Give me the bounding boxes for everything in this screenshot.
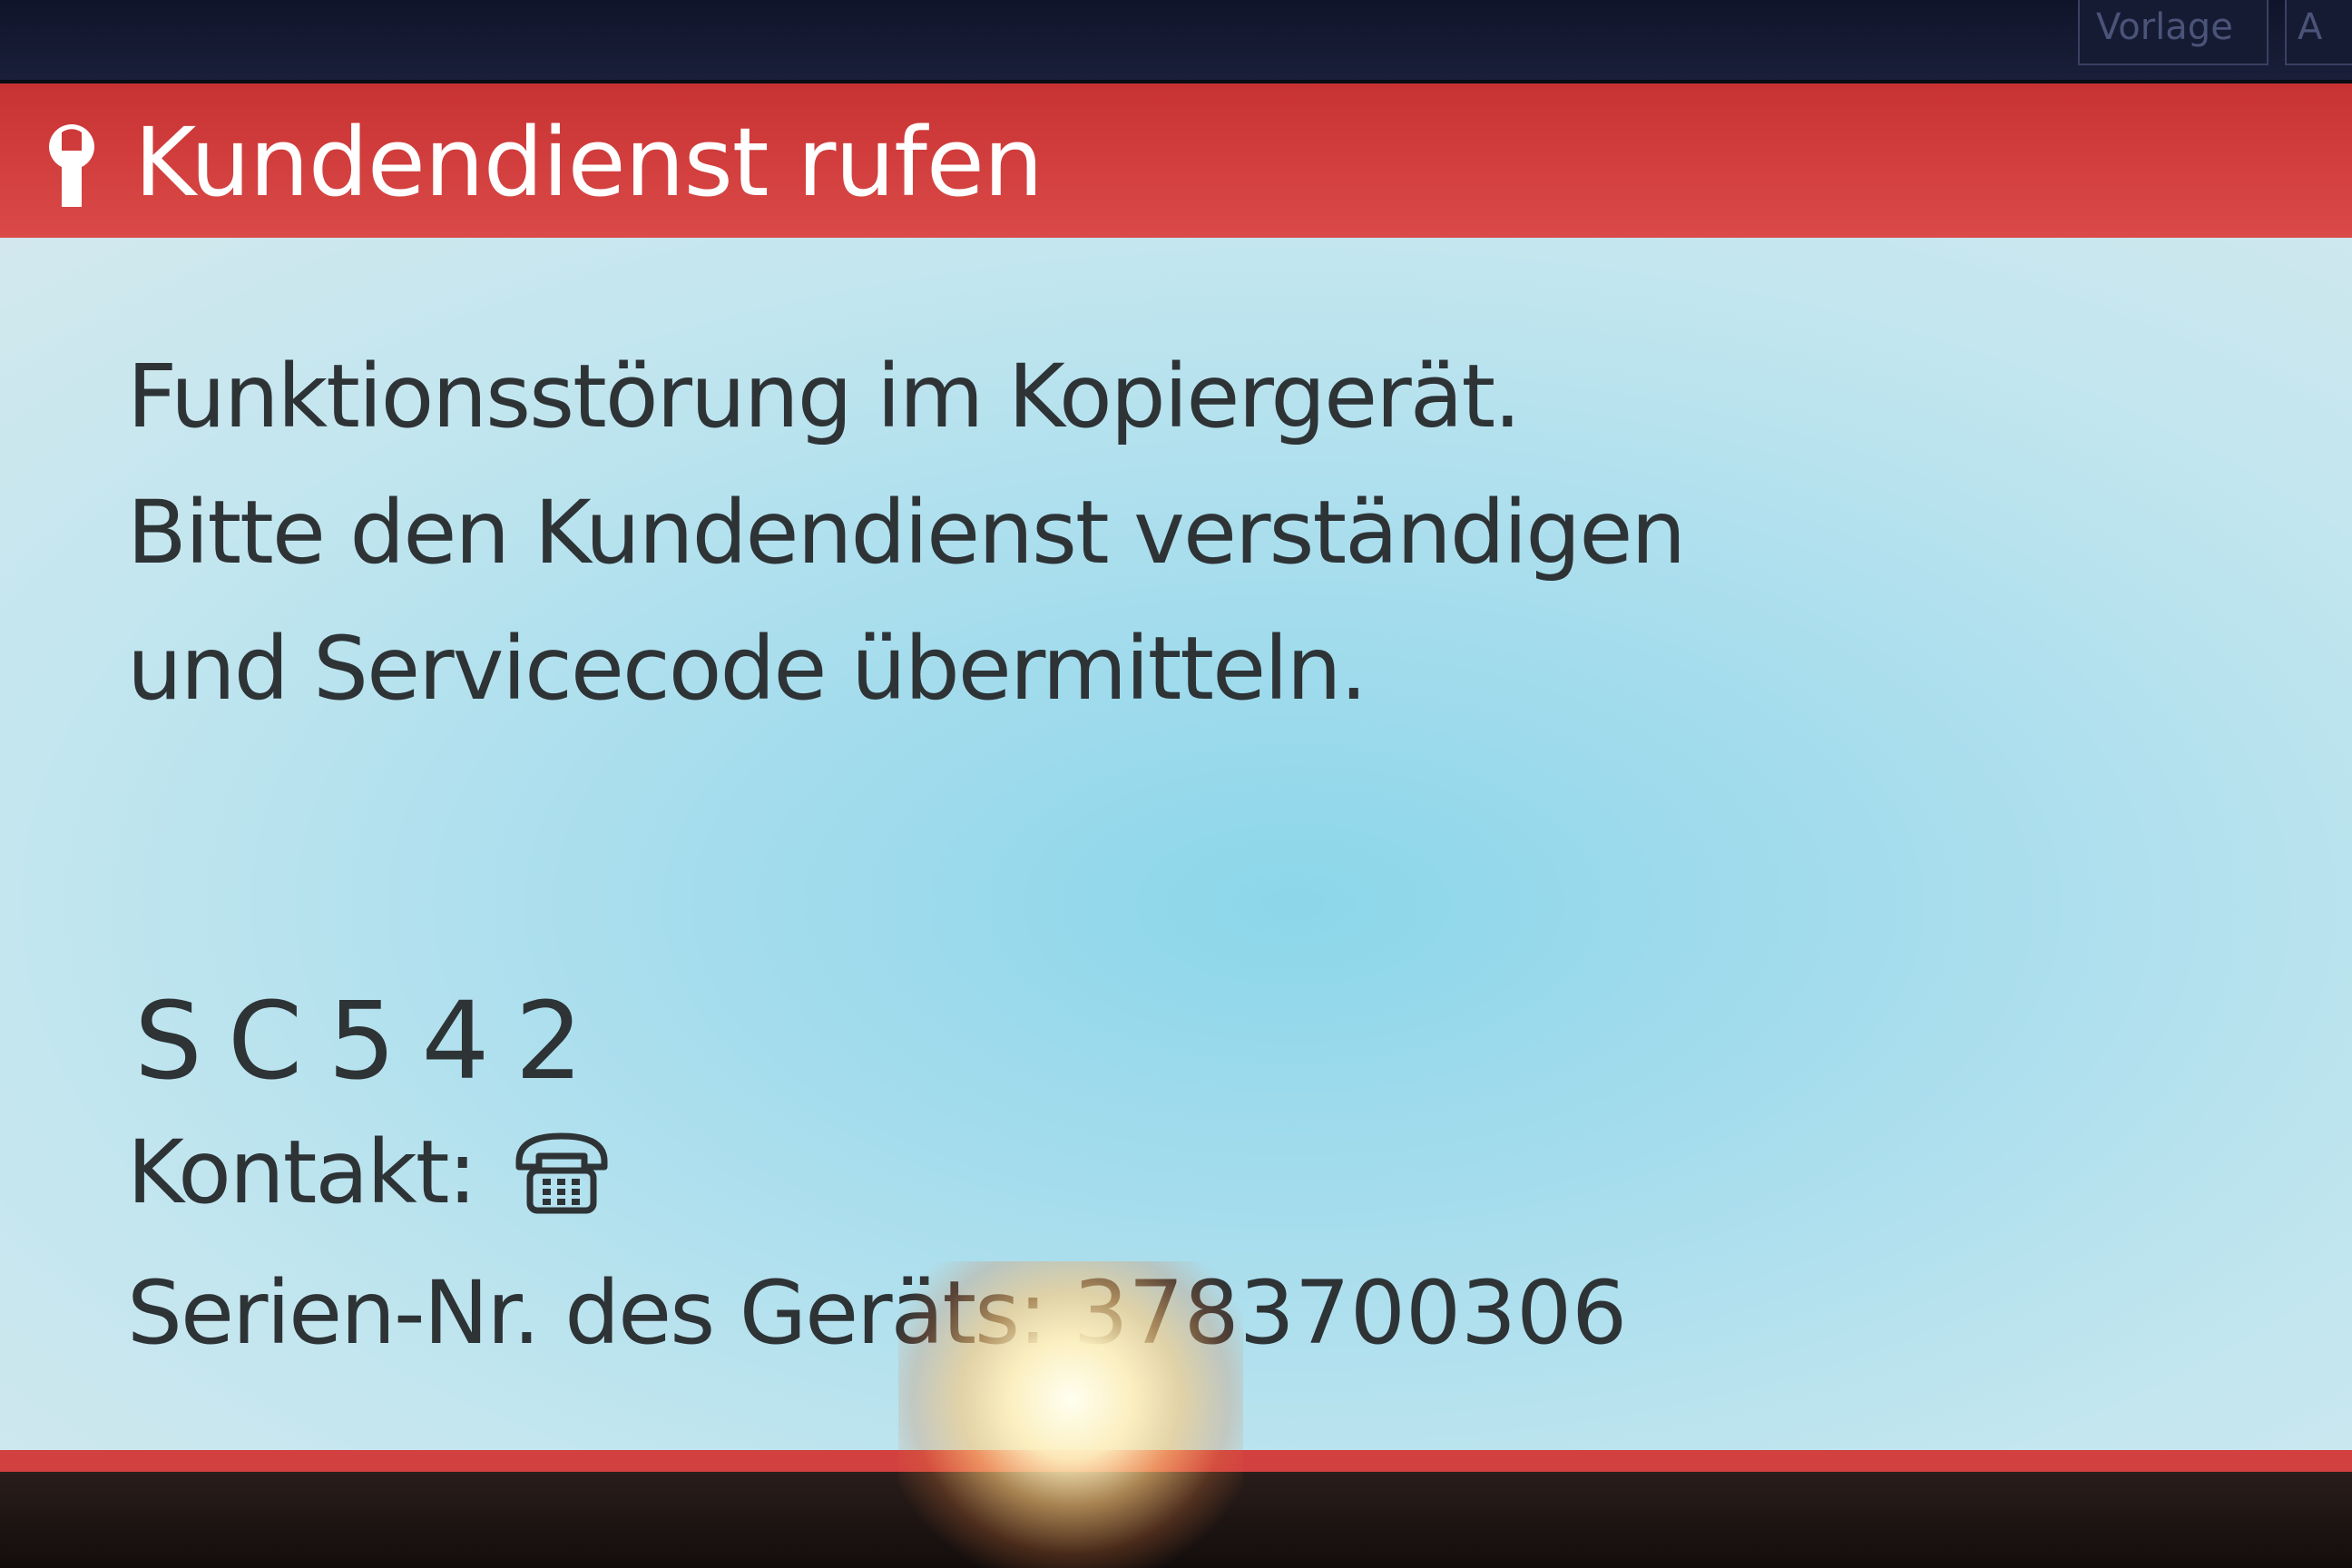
tab-a[interactable]: A	[2285, 0, 2352, 65]
screen-bezel	[0, 1472, 2352, 1568]
serial-value: 3783700306	[1073, 1262, 1628, 1364]
tab-vorlage[interactable]: Vorlage	[2078, 0, 2269, 65]
serial-number-row: Serien-Nr. des Geräts: 3783700306	[127, 1245, 1627, 1381]
phone-icon	[515, 1132, 608, 1214]
error-message: Funktionsstörung im Kopiergerät. Bitte d…	[127, 328, 1686, 737]
dialog-header: Kundendienst rufen	[0, 83, 2352, 238]
top-bar: Vorlage A	[0, 0, 2352, 80]
serial-label: Serien-Nr. des Geräts:	[127, 1262, 1047, 1364]
service-call-dialog: Kundendienst rufen Funktionsstörung im K…	[0, 83, 2352, 1472]
service-code: SC542	[134, 978, 609, 1103]
contact-label: Kontakt:	[127, 1122, 477, 1223]
contact-row: Kontakt:	[127, 1104, 612, 1240]
message-line-1: Funktionsstörung im Kopiergerät.	[127, 346, 1522, 447]
dialog-title: Kundendienst rufen	[134, 107, 1044, 218]
dialog-body: Funktionsstörung im Kopiergerät. Bitte d…	[0, 238, 2352, 1450]
message-line-3: und Servicecode übermitteln.	[127, 618, 1367, 720]
wrench-icon	[49, 123, 94, 207]
message-line-2: Bitte den Kundendienst verständigen	[127, 482, 1686, 583]
